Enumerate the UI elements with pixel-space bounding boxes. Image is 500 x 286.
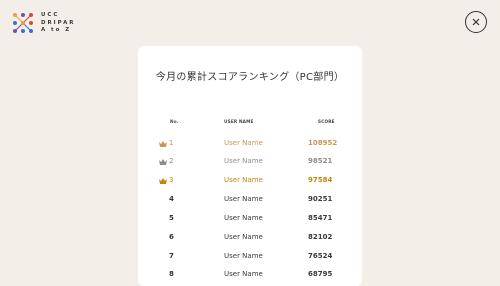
ranking-row: 1 User Name 108952 [138,139,362,151]
brand-logo: UCC DRIPAR A to Z [12,12,92,38]
rank-number: 6 [169,233,174,241]
rank-number: 4 [169,195,174,203]
rank-number: 2 [169,157,174,165]
score-value: 108952 [308,139,338,147]
ranking-row: 8 User Name 68795 [138,270,362,282]
logo-line: A to Z [41,27,72,34]
ranking-row: 2 User Name 98521 [138,157,362,169]
rank-number: 8 [169,270,174,278]
score-value: 98521 [308,157,333,165]
user-name: User Name [224,233,263,241]
user-name: User Name [224,214,263,222]
user-name: User Name [224,270,263,278]
logo-text: UCC DRIPAR A to Z [41,12,75,35]
logo-line: DRIPAR [41,19,76,26]
column-header-no: No. [170,119,179,124]
score-value: 97584 [308,176,333,184]
crown-icon [159,178,167,184]
ranking-panel: 今月の累計スコアランキング（PC部門） No. USER NAME SCORE … [138,46,362,286]
score-value: 85471 [308,214,333,222]
ranking-row: 3 User Name 97584 [138,176,362,188]
user-name: User Name [224,139,263,147]
column-header-user: USER NAME [224,119,254,124]
logo-dots-icon [13,13,33,33]
rank-number: 7 [169,252,174,260]
rank-number: 5 [169,214,174,222]
user-name: User Name [224,252,263,260]
score-value: 82102 [308,233,333,241]
logo-line: UCC [41,12,60,18]
score-value: 68795 [308,270,333,278]
ranking-row: 6 User Name 82102 [138,233,362,245]
rank-number: 3 [169,176,174,184]
user-name: User Name [224,157,263,165]
user-name: User Name [224,195,263,203]
ranking-row: 4 User Name 90251 [138,195,362,207]
user-name: User Name [224,176,263,184]
ranking-row: 7 User Name 76524 [138,252,362,264]
close-button[interactable] [465,11,487,33]
score-value: 90251 [308,195,333,203]
panel-title: 今月の累計スコアランキング（PC部門） [155,72,345,83]
close-icon [472,18,480,26]
rank-number: 1 [169,139,174,147]
crown-icon [159,159,167,165]
ranking-row: 5 User Name 85471 [138,214,362,226]
score-value: 76524 [308,252,333,260]
crown-icon [159,141,167,147]
column-header-score: SCORE [318,119,335,124]
